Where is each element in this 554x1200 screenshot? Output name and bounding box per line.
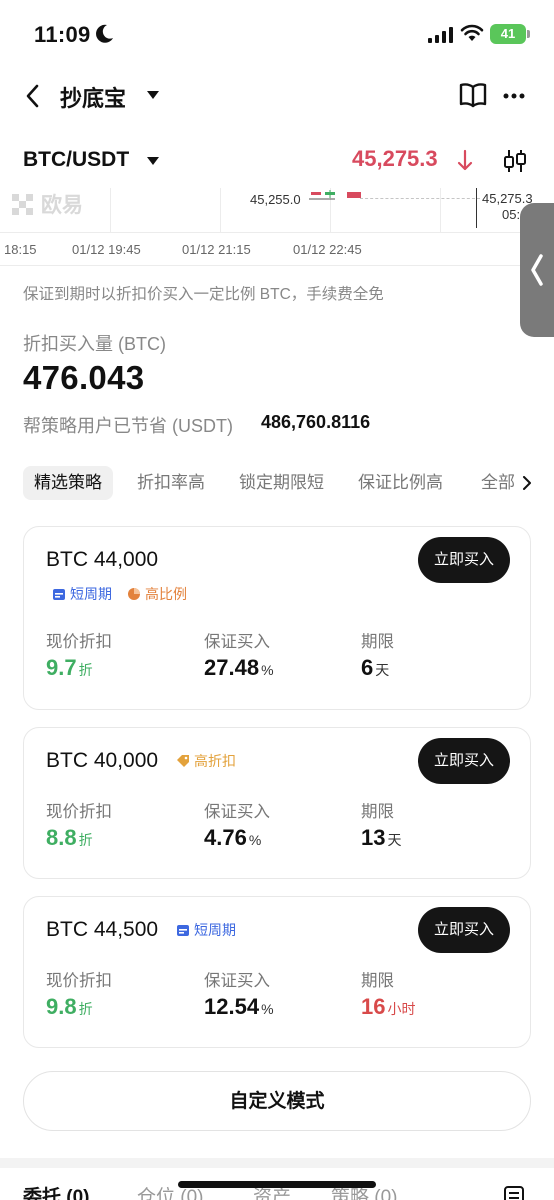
tag-label: 短周期 [194,922,236,938]
saved-value: 486,760.8116 [261,412,371,432]
metric-discount: 8.8 折 [46,825,93,850]
tag-label: 短周期 [70,586,112,602]
buy-now-button[interactable]: 立即买入 [418,738,510,784]
tab-high-guarantee[interactable]: 保证比例高 [358,466,443,500]
chart-time-label: 01/12 21:15 [182,242,251,257]
metric-term: 6天 [361,655,390,680]
book-icon[interactable] [459,82,487,108]
strategy-card[interactable]: BTC 44,000 立即买入 短周期 高比例 现价折扣 保证买入 期限 9.7… [23,526,531,710]
logo-text: 欧易 [41,194,83,217]
saved-label: 帮策略用户已节省 (USDT) [23,416,233,436]
chart-time-label-right: 05: [502,207,521,222]
wifi-icon [460,24,484,41]
card-title: BTC 40,000 [46,749,159,772]
chevron-right-icon[interactable] [522,476,532,490]
current-price: 45,275.3 [352,146,438,171]
metric-label: 期限 [361,633,394,651]
strategy-card[interactable]: BTC 40,000 高折扣 立即买入 现价折扣 保证买入 期限 8.8 折 4.… [23,727,531,879]
arrow-down-icon [457,149,473,171]
page-title[interactable]: 抄底宝 [60,81,126,113]
status-bar: 11:09 41 [0,0,554,70]
more-icon[interactable] [503,93,525,99]
tag-high-ratio: 高比例 [127,584,187,604]
chart-gridline [110,188,111,232]
pair-selector-row: BTC/USDT 45,275.3 [0,134,554,188]
battery-icon: 41 [490,24,530,44]
tag-short-cycle: 短周期 [176,920,236,940]
tab-short-lock[interactable]: 锁定期限短 [239,466,324,500]
metric-guarantee: 27.48% [204,655,274,680]
metric-guarantee: 12.54% [204,994,274,1019]
metric-label: 现价折扣 [46,972,112,990]
chart-price-label: 45,255.0 [250,192,301,207]
caret-down-icon[interactable] [146,156,160,166]
chart-time-label: 01/12 19:45 [72,242,141,257]
calendar-icon [53,589,65,600]
caret-down-icon[interactable] [146,90,160,100]
price-tag-icon [177,755,189,767]
chart-gridline [0,232,554,233]
pair-name[interactable]: BTC/USDT [23,148,129,172]
price-chart[interactable]: 欧易 45,255.0 45,275.3 05: 18:15 01/12 19:… [0,188,554,266]
tab-featured[interactable]: 精选策略 [23,466,113,500]
card-title: BTC 44,000 [46,548,159,571]
pie-icon [128,588,140,600]
tag-high-discount: 高折扣 [176,751,236,771]
metric-guarantee: 4.76% [204,825,262,850]
card-title: BTC 44,500 [46,918,159,941]
tag-label: 高折扣 [194,753,236,769]
amount-value: 476.043 [23,359,145,396]
chart-crosshair [476,188,477,228]
chart-divider [0,265,554,266]
filter-tabs: 精选策略 折扣率高 锁定期限短 保证比例高 全部 [23,466,554,502]
chart-gridline [220,188,221,232]
metric-discount: 9.8 折 [46,994,93,1019]
metric-label: 保证买入 [204,803,270,821]
signal-icon [428,27,453,43]
tab-orders[interactable]: 委托 (0) [23,1182,90,1200]
back-icon[interactable] [22,80,44,112]
chart-gridline [440,188,441,232]
tab-high-discount[interactable]: 折扣率高 [137,466,205,500]
metric-discount: 9.7 折 [46,655,93,680]
metric-label: 保证买入 [204,633,270,651]
metric-label: 期限 [361,972,394,990]
metric-label: 保证买入 [204,972,270,990]
metric-term: 13 天 [361,825,402,850]
chart-time-label: 01/12 22:45 [293,242,362,257]
tag-label: 高比例 [145,586,187,602]
metric-label: 现价折扣 [46,633,112,651]
calendar-icon [177,925,189,936]
moon-icon [96,24,113,43]
metric-label: 期限 [361,803,394,821]
custom-mode-button[interactable]: 自定义模式 [23,1071,531,1131]
price-dash-line [360,198,480,199]
metric-label: 现价折扣 [46,803,112,821]
candlestick-icon[interactable] [501,148,529,174]
buy-now-button[interactable]: 立即买入 [418,907,510,953]
home-indicator [178,1181,376,1188]
tab-all[interactable]: 全部 [481,466,515,500]
status-time: 11:09 [34,22,91,47]
intro-text: 保证到期时以折扣价买入一定比例 BTC，手续费全免 [23,286,384,303]
chart-time-label: 18:15 [4,242,37,257]
order-list-icon[interactable] [503,1185,525,1200]
buy-now-button[interactable]: 立即买入 [418,537,510,583]
tag-short-cycle: 短周期 [52,584,112,604]
metric-term: 16 小时 [361,994,416,1019]
strategy-card[interactable]: BTC 44,500 短周期 立即买入 现价折扣 保证买入 期限 9.8 折 12… [23,896,531,1048]
chart-candles [309,190,361,200]
nav-bar: 抄底宝 [0,70,554,122]
chevron-left-icon[interactable] [528,250,546,290]
chart-price-label-right: 45,275.3 [482,191,533,206]
section-divider [0,1158,554,1168]
amount-label: 折扣买入量 (BTC) [23,334,166,354]
